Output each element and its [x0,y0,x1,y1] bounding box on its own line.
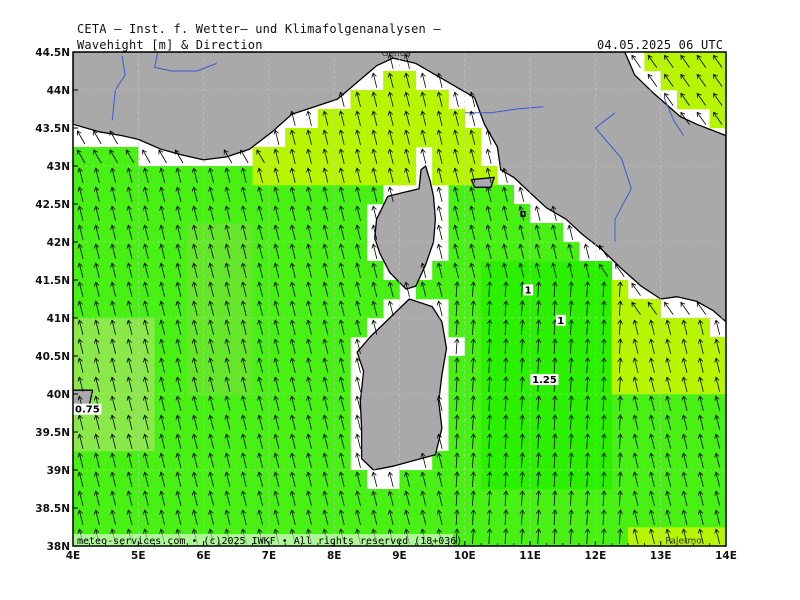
x-tick-label: 10E [454,550,476,562]
x-tick-label: 13E [650,550,672,562]
x-tick-label: 6E [196,550,210,562]
map-figure: CETA — Inst. f. Wetter— und Klimafolgena… [0,0,800,600]
x-tick-label: 12E [585,550,607,562]
place-label: Genua [382,49,411,59]
y-tick-label: 43N [47,161,70,173]
y-tick-label: 40.5N [35,351,70,363]
contour-label: 1.25 [532,375,557,386]
y-tick-label: 38N [47,541,70,553]
x-tick-label: 11E [519,550,541,562]
x-tick-label: 7E [262,550,276,562]
y-tick-label: 41N [47,313,70,325]
y-tick-label: 44N [47,85,70,97]
y-tick-label: 42.5N [35,199,70,211]
y-tick-label: 41.5N [35,275,70,287]
x-axis-labels: 4E 5E 6E 7E 8E 9E 10E 11E 12E 13E 14E [66,550,737,562]
map-content: 0.75 1 1 1.25 Genua Palermo meteo-services.c… [73,49,726,547]
contour-label: 1 [557,316,564,327]
x-tick-label: 8E [327,550,341,562]
place-label: Palermo [665,537,702,547]
y-tick-label: 43.5N [35,123,70,135]
x-tick-label: 9E [392,550,406,562]
y-tick-label: 42N [47,237,70,249]
x-tick-label: 14E [715,550,737,562]
y-axis-labels: 38N 38.5N 39N 39.5N 40N 40.5N 41N 41.5N 42N 42.5N… [35,47,70,553]
wave-map: 0.75 1 1 1.25 Genua Palermo meteo-services.c… [35,47,737,562]
y-tick-label: 40N [47,389,70,401]
y-tick-label: 39N [47,465,70,477]
y-tick-label: 39.5N [35,427,70,439]
y-tick-label: 44.5N [35,47,70,59]
x-tick-label: 5E [131,550,145,562]
contour-label: 0.75 [75,405,100,416]
y-tick-label: 38.5N [35,503,70,515]
contour-label: 1 [525,285,532,296]
footer: meteo-services.com • (c)2025 IWKF • All … [73,534,462,546]
